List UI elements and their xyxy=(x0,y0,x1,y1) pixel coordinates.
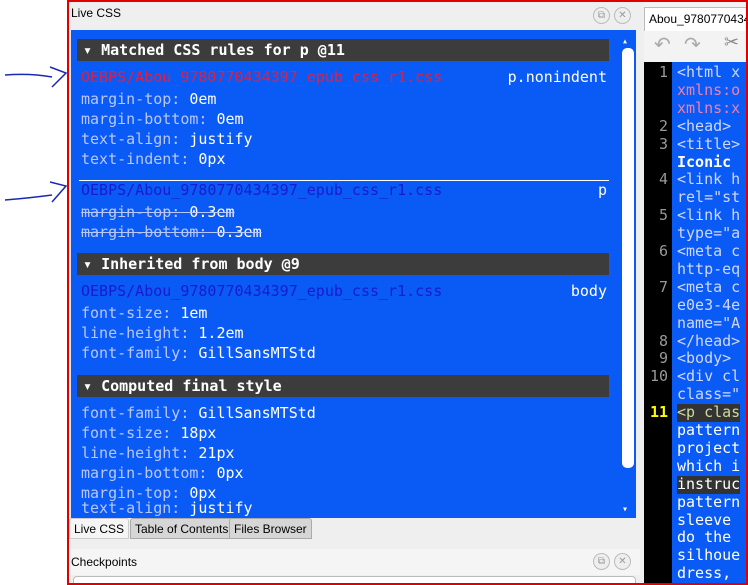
computed-property: margin-bottom: 0px xyxy=(81,464,244,482)
code-line: <link h xyxy=(677,206,741,225)
code-editor[interactable]: 1 <html x xmlns:o xmlns:x 2 <head> 3 <title> Ico… xyxy=(644,62,746,583)
live-css-view: ▾ Matched CSS rules for p @11 OEBPS/Abou… xyxy=(71,30,636,518)
line-number: 6 xyxy=(658,242,668,260)
line-number: 4 xyxy=(658,170,668,189)
code-line: Iconic xyxy=(677,152,732,171)
code-line: e0e3-4e xyxy=(677,295,741,314)
css-file-link[interactable]: OEBPS/Abou_9780770434397_epub_css_r1.css xyxy=(81,282,442,300)
css-property: text-align: justify xyxy=(81,130,253,148)
undo-icon[interactable]: ↶ xyxy=(654,32,671,57)
code-line: <meta c xyxy=(677,277,741,296)
code-line: which i xyxy=(677,456,741,475)
line-number: 9 xyxy=(658,349,668,368)
scrollbar-thumb[interactable] xyxy=(622,48,634,468)
code-line: </head> xyxy=(677,331,741,350)
line-number: 8 xyxy=(658,331,668,350)
line-number: 2 xyxy=(658,116,668,135)
checkpoints-header xyxy=(69,549,640,575)
css-property: font-family: GillSansMTStd xyxy=(81,344,316,362)
line-number: 10 xyxy=(649,367,668,386)
section-header-matched[interactable]: ▾ Matched CSS rules for p @11 xyxy=(77,39,609,61)
code-line: <html x xyxy=(677,63,741,81)
code-line: silhoue xyxy=(677,546,741,565)
redo-icon[interactable]: ↷ xyxy=(684,32,701,57)
css-file-link[interactable]: OEBPS/Abou_9780770434397_epub_css_r1.css xyxy=(81,68,442,86)
css-property: margin-top: 0em xyxy=(81,90,217,108)
annotation-arrows xyxy=(4,66,68,203)
line-number: 11 xyxy=(649,403,668,422)
scroll-up-icon[interactable]: ▴ xyxy=(622,32,628,52)
rule-header: OEBPS/Abou_9780770434397_epub_css_r1.css… xyxy=(81,180,607,200)
selector: p.nonindent xyxy=(507,68,607,86)
code-line: type="a xyxy=(677,224,741,243)
computed-property: font-size: 18px xyxy=(81,424,217,442)
code-line: <head> xyxy=(677,116,732,135)
css-file-link[interactable]: OEBPS/Abou_9780770434397_epub_css_r1.css xyxy=(81,181,442,199)
panel-title: Live CSS xyxy=(71,6,122,20)
code-line: sleeve xyxy=(677,510,732,529)
code-line: rel="st xyxy=(677,188,741,207)
code-line: pattern xyxy=(677,492,741,511)
checkpoints-title: Checkpoints xyxy=(71,555,138,569)
line-number: 1 xyxy=(658,63,668,81)
tab-table-of-contents[interactable]: Table of Contents xyxy=(130,518,234,539)
cut-icon[interactable]: ✂ xyxy=(724,32,739,53)
line-number: 3 xyxy=(658,134,668,153)
css-property: font-size: 1em xyxy=(81,304,208,322)
computed-property: font-family: GillSansMTStd xyxy=(81,404,316,422)
code-line: class=" xyxy=(677,385,741,404)
code-line: <div cl xyxy=(677,367,741,386)
code-line: instruc xyxy=(677,474,741,494)
tab-live-css[interactable]: Live CSS xyxy=(69,518,130,539)
float-panel-button[interactable]: ⧉ xyxy=(593,553,610,570)
rule-header: OEBPS/Abou_9780770434397_epub_css_r1.css… xyxy=(81,67,607,87)
code-editor-pane: Abou_9780770434397 ↶ ↷ ✂ 1 <html xxmlns:o… xyxy=(644,2,746,583)
css-property-overridden: margin-top: 0.3em xyxy=(81,203,235,221)
code-line: project xyxy=(677,438,741,457)
line-number: 5 xyxy=(658,206,668,225)
editor-tab[interactable]: Abou_9780770434397 xyxy=(644,7,746,31)
css-property: line-height: 1.2em xyxy=(81,324,244,342)
code-line: <link h xyxy=(677,170,741,189)
arrow-icon xyxy=(4,66,68,203)
computed-property: line-height: 21px xyxy=(81,444,235,462)
code-line: dress, xyxy=(677,564,732,583)
css-property-overridden: margin-bottom: 0.3em xyxy=(81,223,262,241)
code-line: <title> xyxy=(677,134,741,153)
selector: body xyxy=(570,282,607,300)
checkpoints-list xyxy=(73,576,636,583)
rule-header: OEBPS/Abou_9780770434397_epub_css_r1.css… xyxy=(81,281,607,301)
section-header-inherited[interactable]: ▾ Inherited from body @9 xyxy=(77,253,609,275)
section-header-computed[interactable]: ▾ Computed final style xyxy=(77,375,609,397)
css-property: margin-bottom: 0em xyxy=(81,110,244,128)
code-line: xmlns:o xyxy=(677,80,741,99)
main-window: Live CSS ⧉ ✕ ▾ Matched CSS rules for p @… xyxy=(67,0,748,585)
close-panel-button[interactable]: ✕ xyxy=(614,553,631,570)
selector: p xyxy=(597,181,607,199)
code-line: <meta c xyxy=(677,242,741,260)
close-panel-button[interactable]: ✕ xyxy=(614,7,631,24)
code-line: pattern xyxy=(677,421,741,439)
float-panel-button[interactable]: ⧉ xyxy=(593,7,610,24)
scroll-down-icon[interactable]: ▾ xyxy=(622,500,628,518)
tab-files-browser[interactable]: Files Browser xyxy=(229,518,312,539)
code-line: do the xyxy=(677,528,732,547)
code-line: name="A xyxy=(677,313,741,332)
code-line: <body> xyxy=(677,349,732,368)
line-number: 7 xyxy=(658,277,668,296)
computed-property: text-align: justify xyxy=(81,499,253,517)
css-property: text-indent: 0px xyxy=(81,150,226,168)
code-line: xmlns:x xyxy=(677,98,741,117)
code-line: <p clas xyxy=(677,403,741,422)
code-line: http-eq xyxy=(677,259,741,278)
